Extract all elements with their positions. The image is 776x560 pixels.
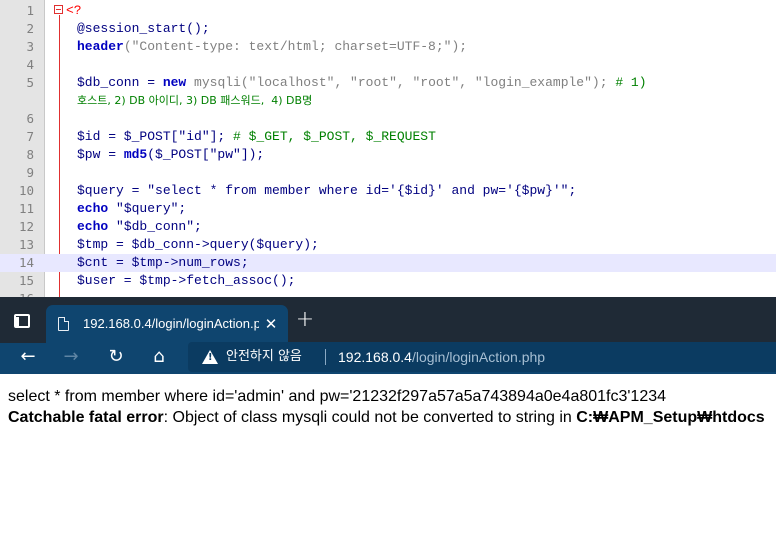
line-number: 13 <box>18 237 34 252</box>
address-divider <box>325 349 326 365</box>
code-line: 12 echo "$db_conn"; <box>0 218 776 236</box>
code-text: header("Content-type: text/html; charset… <box>77 38 467 56</box>
code-token: "$query"; <box>108 201 187 216</box>
tab-actions-icon[interactable] <box>14 314 30 328</box>
code-token: new <box>162 75 187 90</box>
line-number: 11 <box>18 201 34 216</box>
code-token: echo <box>77 219 109 234</box>
code-text: echo "$query"; <box>77 200 186 218</box>
code-text: echo "$db_conn"; <box>77 218 202 236</box>
code-line: 13 $tmp = $db_conn->query($query); <box>0 236 776 254</box>
code-line: 15 $user = $tmp->fetch_assoc(); <box>0 272 776 290</box>
code-text: $pw = md5($_POST["pw"]); <box>77 146 264 164</box>
browser-toolbar: ← → ↻ ⌂ 안전하지 않음 192.168.0.4/login/loginA… <box>0 342 776 374</box>
back-button[interactable]: ← <box>14 345 42 369</box>
close-icon[interactable]: ✕ <box>262 315 280 333</box>
code-text: $db_conn = new mysqli("localhost", "root… <box>77 74 647 92</box>
url-host: 192.168.0.4 <box>338 349 412 365</box>
page-content: select * from member where id='admin' an… <box>0 375 776 560</box>
new-tab-button[interactable]: + <box>294 309 316 332</box>
error-label: Catchable fatal error <box>8 409 164 426</box>
line-number: 9 <box>26 165 34 180</box>
url-path: /login/loginAction.php <box>411 349 546 365</box>
current-code-line: 14 $cnt = $tmp->num_rows; <box>0 254 776 272</box>
line-number: 1 <box>26 3 34 18</box>
address-bar[interactable]: 안전하지 않음 192.168.0.4/login/loginAction.ph… <box>188 342 776 372</box>
error-text: : Object of class mysqli could not be co… <box>163 409 577 426</box>
code-line-wrap: 호스트, 2) DB 아이디, 3) DB 패스워드, 4) DB명 <box>0 92 776 110</box>
line-number: 12 <box>18 219 34 234</box>
code-token: mysqli("localhost", "root", "root", "log… <box>186 75 616 90</box>
line-number: 15 <box>18 273 34 288</box>
line-number: 3 <box>26 39 34 54</box>
code-editor[interactable]: 1 <? 2 @session_start(); 3 header("Conte… <box>0 0 776 298</box>
code-token: ("Content-type: text/html; charset=UTF-8… <box>123 39 468 54</box>
line-number: 6 <box>26 111 34 126</box>
code-comment: # $_GET, $_POST, $_REQUEST <box>233 129 436 144</box>
forward-button[interactable]: → <box>57 345 85 369</box>
code-text: $user = $tmp->fetch_assoc(); <box>77 273 296 288</box>
code-line: 9 <box>0 164 776 182</box>
tab-title: 192.168.0.4/login/loginAction.php <box>83 316 259 331</box>
code-token: $id = $_POST["id"]; <box>77 129 234 144</box>
code-line: 4 <box>0 56 776 74</box>
code-text: @session_start(); <box>77 21 210 36</box>
code-text: $query = "select * from member where id=… <box>77 183 577 198</box>
line-number: 10 <box>18 183 34 198</box>
line-number: 2 <box>26 21 34 36</box>
refresh-button[interactable]: ↻ <box>102 345 130 369</box>
code-line: 7 $id = $_POST["id"]; # $_GET, $_POST, $… <box>0 128 776 146</box>
line-number: 14 <box>18 255 34 270</box>
code-line: 5 $db_conn = new mysqli("localhost", "ro… <box>0 74 776 92</box>
line-number: 8 <box>26 147 34 162</box>
code-comment: # 1) <box>615 75 647 90</box>
toolbar-row: ← → ↻ ⌂ 안전하지 않음 192.168.0.4/login/loginA… <box>0 342 776 372</box>
code-comment: 호스트, 2) DB 아이디, 3) DB 패스워드, 4) DB명 <box>77 94 313 107</box>
line-number: 5 <box>26 75 34 90</box>
browser-tab-bar: 192.168.0.4/login/loginAction.php ✕ + <box>0 297 776 343</box>
code-line: 8 $pw = md5($_POST["pw"]); <box>0 146 776 164</box>
line-number: 4 <box>26 57 34 72</box>
code-token: "$db_conn"; <box>108 219 202 234</box>
code-token: $pw = <box>77 147 124 162</box>
page-icon <box>58 317 69 331</box>
code-token: echo <box>77 201 109 216</box>
code-text: <? <box>66 3 82 18</box>
code-line: 6 <box>0 110 776 128</box>
code-token: md5 <box>123 147 148 162</box>
error-message: Catchable fatal error: Object of class m… <box>8 408 765 427</box>
code-text: $cnt = $tmp->num_rows; <box>77 255 249 270</box>
browser-tab[interactable]: 192.168.0.4/login/loginAction.php ✕ <box>46 305 288 343</box>
code-token: $db_conn = <box>77 75 163 90</box>
code-text: $id = $_POST["id"]; # $_GET, $_POST, $_R… <box>77 128 436 146</box>
code-line: 11 echo "$query"; <box>0 200 776 218</box>
line-number: 7 <box>26 129 34 144</box>
error-path: C:₩APM_Setup₩htdocs <box>576 409 765 426</box>
warning-icon[interactable] <box>202 350 218 364</box>
query-output: select * from member where id='admin' an… <box>8 388 667 405</box>
code-line: 1 <? <box>0 2 776 20</box>
code-token: ($_POST["pw"]); <box>147 147 265 162</box>
home-button[interactable]: ⌂ <box>145 345 173 369</box>
url-text[interactable]: 192.168.0.4/login/loginAction.php <box>338 342 545 372</box>
not-secure-label[interactable]: 안전하지 않음 <box>226 342 302 372</box>
code-line: 2 @session_start(); <box>0 20 776 38</box>
code-line: 10 $query = "select * from member where … <box>0 182 776 200</box>
code-token: header <box>77 39 124 54</box>
code-text: $tmp = $db_conn->query($query); <box>77 237 319 252</box>
code-line: 3 header("Content-type: text/html; chars… <box>0 38 776 56</box>
